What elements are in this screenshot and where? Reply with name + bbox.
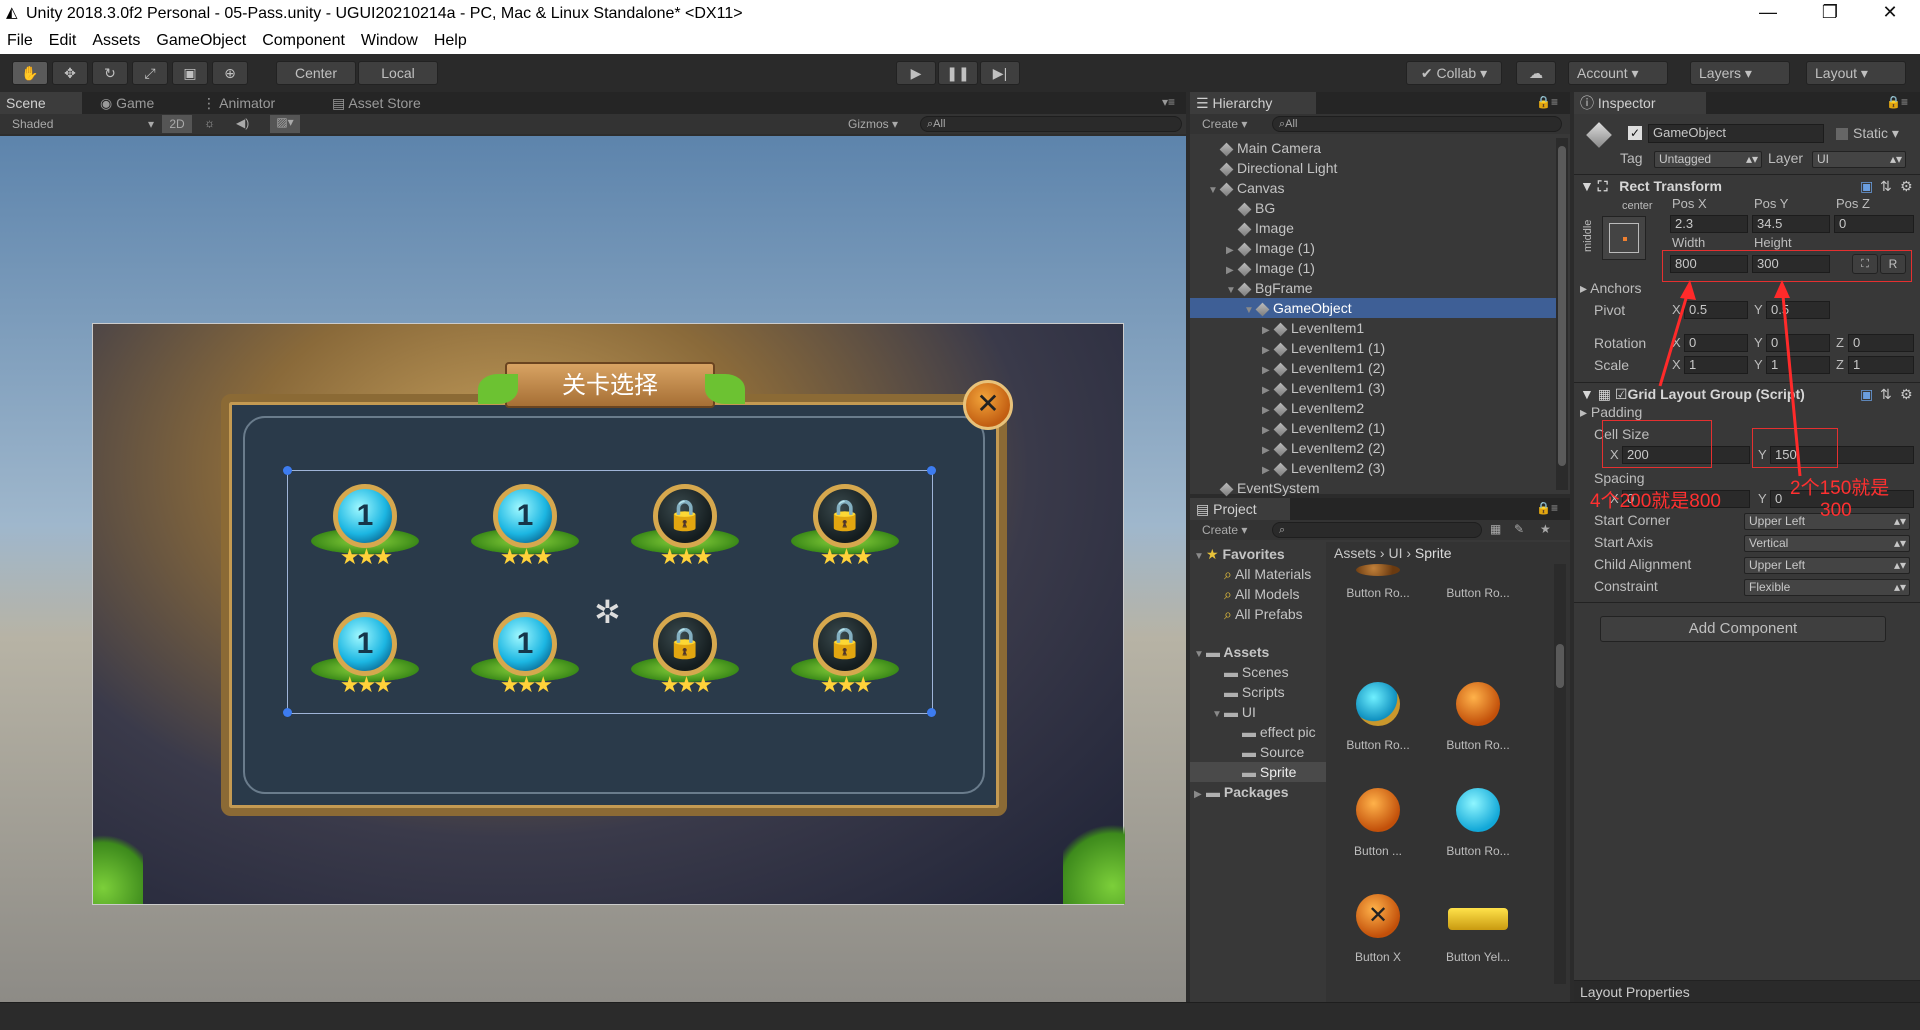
- annotation-height-note: 2个150就是 300: [1790, 478, 1890, 521]
- annotation-arrow-width: [1658, 284, 1692, 387]
- arrow-head-height: [1774, 280, 1790, 298]
- arrow-head-width: [1680, 280, 1696, 300]
- annotation-width-note: 4个200就是800: [1590, 491, 1721, 512]
- annotation-arrows: [1658, 280, 1802, 477]
- status-bar: [0, 1002, 1920, 1030]
- annotation-arrow-height: [1780, 284, 1802, 477]
